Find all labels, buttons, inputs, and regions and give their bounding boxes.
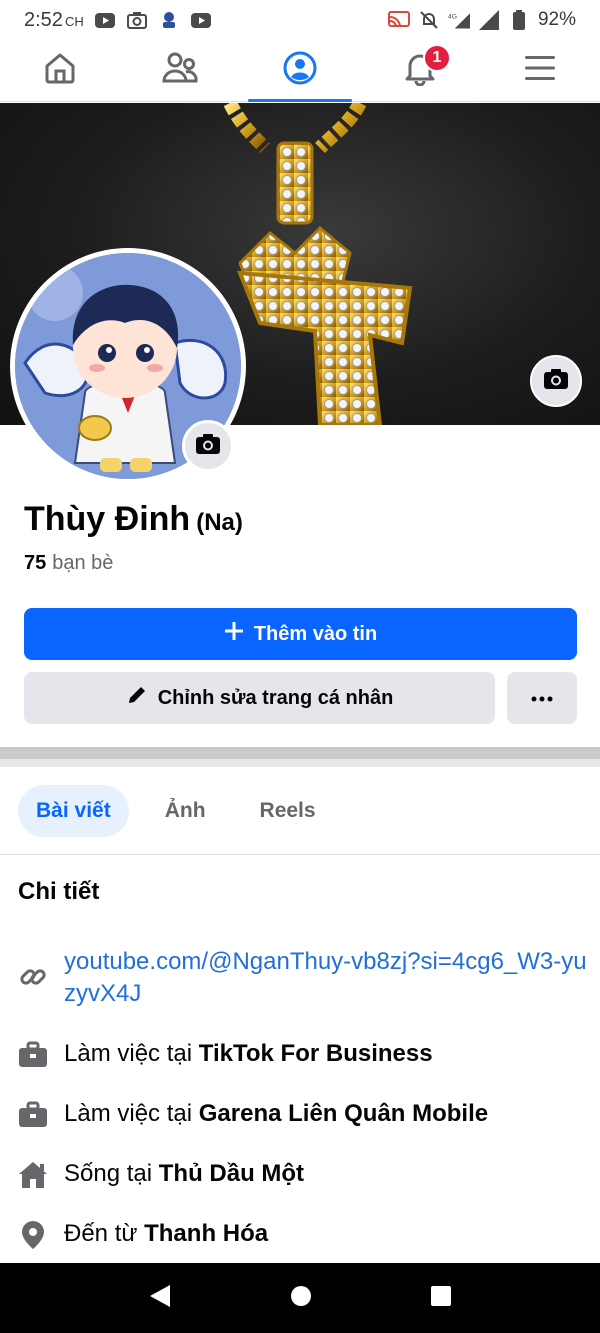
back-icon[interactable] <box>148 1283 172 1314</box>
android-navigation-bar <box>0 1263 600 1333</box>
add-to-story-button[interactable]: Thêm vào tin <box>24 608 577 660</box>
detail-work-row: Làm việc tại TikTok For Business <box>18 1038 588 1070</box>
signal-icon <box>478 10 500 30</box>
link-icon <box>18 962 48 992</box>
status-bar: 2:52 CH 4G 92% <box>0 0 600 40</box>
camera-icon <box>543 368 569 395</box>
cover-camera-button[interactable] <box>530 355 582 407</box>
website-link[interactable]: youtube.com/@NganThuy-vb8zj?si=4cg6_W3-y… <box>64 946 588 1010</box>
alternate-name: (Na) <box>196 509 243 536</box>
nav-tab-menu[interactable] <box>480 40 600 101</box>
details-heading: Chi tiết <box>18 878 100 905</box>
house-icon <box>18 1160 48 1190</box>
detail-lives-row: Sống tại Thủ Dầu Một <box>18 1158 588 1190</box>
app-notification-icon <box>158 11 180 29</box>
friends-icon <box>161 50 199 91</box>
battery-percent: 92% <box>537 9 576 30</box>
nav-tab-notifications[interactable]: 1 <box>360 40 480 101</box>
top-navigation: 1 <box>0 40 600 102</box>
status-time: 2:52 CH <box>24 8 84 31</box>
profile-icon <box>282 50 318 91</box>
hometown[interactable]: Thanh Hóa <box>144 1220 268 1247</box>
current-city[interactable]: Thủ Dầu Một <box>159 1160 304 1187</box>
tab-posts[interactable]: Bài viết <box>18 784 129 837</box>
home-circle-icon[interactable] <box>289 1284 313 1313</box>
recents-icon[interactable] <box>430 1285 452 1312</box>
avatar-camera-button[interactable] <box>182 420 234 472</box>
more-options-button[interactable] <box>507 672 577 724</box>
youtube-notification-icon <box>190 11 212 29</box>
edit-profile-button[interactable]: Chỉnh sửa trang cá nhân <box>24 672 495 724</box>
camera-icon <box>195 433 221 460</box>
tab-reels[interactable]: Reels <box>242 785 334 837</box>
workplace-name[interactable]: Garena Liên Quân Mobile <box>199 1100 488 1127</box>
pencil-icon <box>126 684 148 712</box>
detail-from-row: Đến từ Thanh Hóa <box>18 1218 588 1250</box>
detail-work-row: Làm việc tại Garena Liên Quân Mobile <box>18 1098 588 1130</box>
photo-notification-icon <box>126 11 148 29</box>
plus-icon <box>224 621 244 647</box>
notification-badge: 1 <box>423 44 451 72</box>
nav-tab-home[interactable] <box>0 40 120 101</box>
ellipsis-icon <box>531 689 553 707</box>
mute-bell-icon <box>418 11 440 29</box>
profile-name: Thùy Đinh (Na) <box>24 500 243 538</box>
briefcase-icon <box>18 1040 48 1070</box>
nav-tab-profile[interactable] <box>240 40 360 102</box>
section-divider <box>0 747 600 767</box>
friends-count[interactable]: 75 bạn bè <box>24 552 113 575</box>
profile-tabs: Bài viết Ảnh Reels <box>0 767 600 855</box>
svg-text:4G: 4G <box>448 13 457 20</box>
signal-4g-icon: 4G <box>448 11 470 29</box>
nav-tab-friends[interactable] <box>120 40 240 101</box>
briefcase-icon <box>18 1100 48 1130</box>
workplace-name[interactable]: TikTok For Business <box>199 1040 433 1067</box>
battery-icon <box>508 10 530 30</box>
home-icon <box>42 50 78 91</box>
menu-icon <box>523 53 557 88</box>
cast-icon <box>387 11 410 29</box>
youtube-notification-icon <box>94 11 116 29</box>
location-pin-icon <box>18 1220 48 1250</box>
detail-link-row: youtube.com/@NganThuy-vb8zj?si=4cg6_W3-y… <box>18 946 588 1010</box>
tab-photos[interactable]: Ảnh <box>147 785 224 837</box>
